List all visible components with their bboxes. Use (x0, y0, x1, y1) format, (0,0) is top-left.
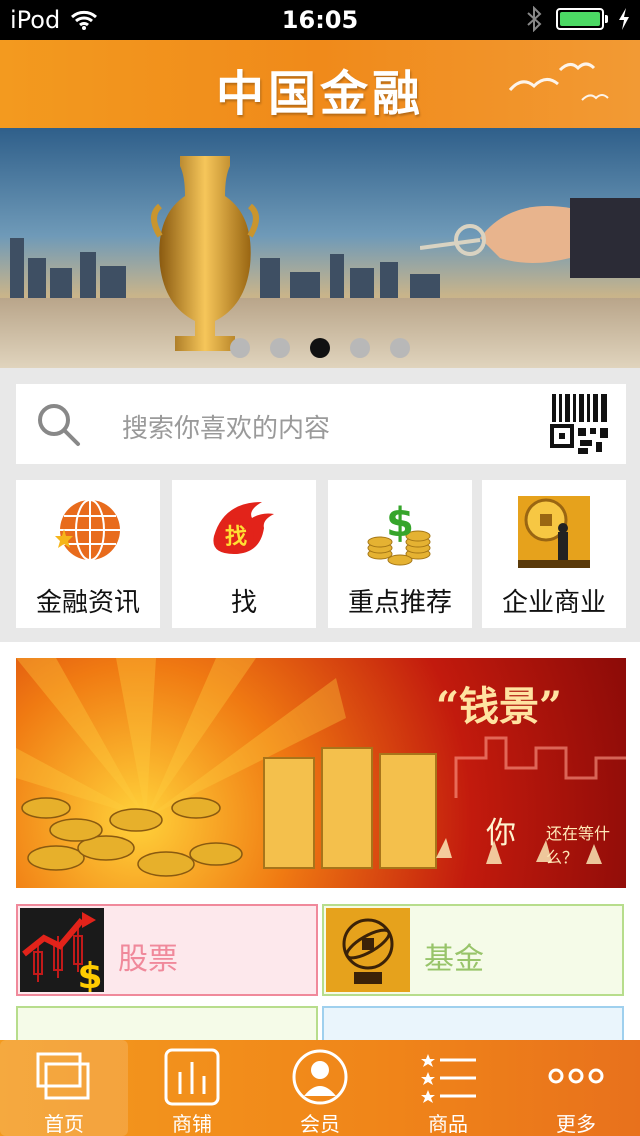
battery-icon (556, 8, 608, 30)
golden-trophy-image (151, 156, 259, 351)
birds-decoration (508, 62, 609, 101)
stock-chart-icon: $ (20, 908, 104, 992)
carousel-dot[interactable] (230, 338, 250, 358)
carousel-dot-active[interactable] (310, 338, 330, 358)
svg-text:$: $ (77, 956, 102, 992)
coin-business-icon (518, 496, 590, 568)
money-coins-icon: $ (367, 500, 431, 566)
quick-link-financial-news[interactable]: 金融资讯 (16, 480, 160, 628)
promo-subtitle-small: 还在等什么？ (546, 824, 611, 867)
tab-member[interactable]: 会员 (256, 1040, 384, 1136)
tab-label: 更多 (556, 1112, 596, 1136)
quick-link-label: 企业商业 (501, 588, 606, 618)
goods-list-icon (421, 1054, 476, 1103)
barcode-scan-icon[interactable] (550, 394, 610, 454)
tab-label: 会员 (300, 1112, 340, 1136)
carousel-dot[interactable] (350, 338, 370, 358)
category-funds[interactable]: 基金 (322, 904, 624, 996)
hero-banner[interactable] (0, 128, 640, 368)
category-label: 股票 (118, 942, 178, 977)
armillary-sphere-icon (326, 908, 410, 992)
carousel-dot[interactable] (270, 338, 290, 358)
category-label: 基金 (424, 942, 484, 977)
status-bar: iPod 16:05 (0, 0, 640, 40)
quick-link-label: 金融资讯 (35, 588, 140, 618)
tab-goods[interactable]: 商品 (384, 1040, 512, 1136)
charging-icon (619, 8, 629, 30)
more-dots-icon (548, 1068, 604, 1084)
category-stocks[interactable]: $ 股票 (16, 904, 318, 996)
svg-text:找: 找 (225, 525, 247, 550)
bottom-tab-bar: 首页 商铺 会员 商品 更多 (0, 1040, 640, 1136)
search-input[interactable]: 搜索你喜欢的内容 (122, 408, 330, 445)
bluetooth-icon (527, 6, 542, 32)
tab-more[interactable]: 更多 (512, 1040, 640, 1136)
tab-shop[interactable]: 商铺 (128, 1040, 256, 1136)
app-header: 中国金融 (0, 40, 640, 128)
quick-link-recommended[interactable]: $ 重点推荐 (328, 480, 472, 628)
promo-title: “钱景” (436, 683, 563, 730)
tab-home[interactable]: 首页 (0, 1040, 128, 1136)
hand-with-key-image (420, 198, 640, 278)
find-badge-icon: 找 (213, 502, 274, 554)
tab-label: 商品 (428, 1112, 468, 1136)
search-bar[interactable]: 搜索你喜欢的内容 (16, 384, 626, 464)
home-windows-icon (36, 1052, 90, 1100)
promo-banner[interactable]: “钱景” 你 还在等什么？ (16, 658, 626, 888)
shop-bars-icon (164, 1048, 220, 1106)
svg-text:$: $ (386, 500, 414, 546)
quick-link-label: 找 (230, 588, 257, 618)
tab-label: 商铺 (172, 1112, 212, 1136)
tab-label: 首页 (44, 1112, 84, 1136)
quick-link-find[interactable]: 找 找 (172, 480, 316, 628)
carousel-indicator[interactable] (0, 338, 640, 358)
globe-icon (55, 499, 120, 561)
quick-link-enterprise[interactable]: 企业商业 (482, 480, 626, 628)
promo-subtitle-main: 你 (486, 816, 516, 851)
quick-link-label: 重点推荐 (347, 588, 452, 618)
carousel-dot[interactable] (390, 338, 410, 358)
member-avatar-icon (292, 1049, 348, 1105)
search-icon[interactable] (34, 400, 82, 448)
